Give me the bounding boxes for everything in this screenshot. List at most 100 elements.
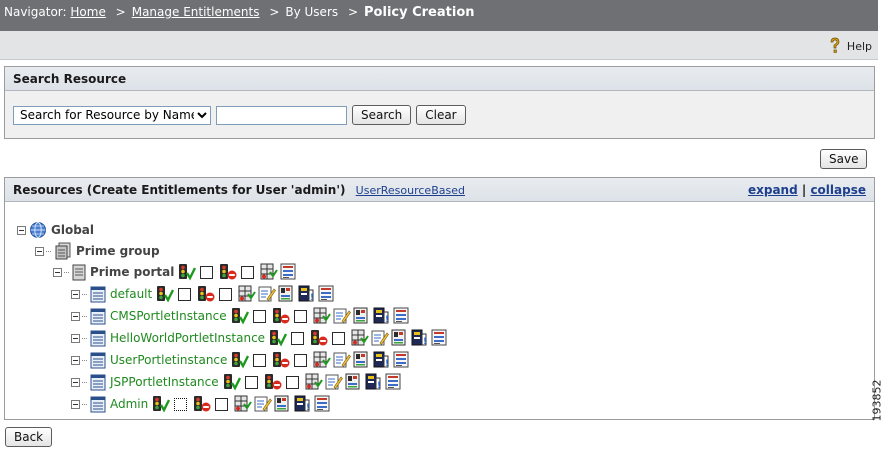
collapse-toggle[interactable] (71, 289, 80, 299)
deny-icon[interactable] (272, 307, 290, 325)
search-resource-panel: Search Resource Search for Resource by N… (4, 66, 875, 139)
edit-icon[interactable] (325, 373, 343, 391)
expand-link[interactable]: expand (748, 183, 798, 197)
clear-button[interactable]: Clear (416, 105, 466, 125)
crumb-home[interactable]: Home (70, 5, 105, 19)
save-button[interactable]: Save (820, 149, 868, 169)
tree-node-instance: CMSPortletInstance! (71, 306, 412, 326)
entitlement-grid-icon[interactable] (234, 395, 253, 413)
layout-icon[interactable] (345, 373, 363, 391)
layout-icon[interactable] (353, 351, 371, 369)
edit-icon[interactable] (254, 395, 273, 413)
permission-checkbox[interactable] (332, 331, 346, 345)
info-icon[interactable]: ! (365, 373, 383, 391)
allow-icon[interactable] (152, 395, 171, 413)
allow-icon[interactable] (231, 351, 250, 369)
portal-icon (72, 264, 86, 281)
entitlement-grid-icon[interactable] (305, 373, 323, 391)
permission-checkbox[interactable] (200, 265, 214, 279)
permission-checkbox[interactable] (285, 375, 299, 389)
tree-node-label[interactable]: Prime portal (90, 265, 174, 279)
permission-checkbox[interactable] (178, 287, 192, 301)
edit-icon[interactable] (258, 285, 277, 303)
list-icon[interactable] (431, 329, 449, 347)
back-button[interactable]: Back (5, 427, 53, 447)
tree-node-label[interactable]: default (110, 287, 152, 301)
collapse-toggle[interactable] (71, 333, 80, 343)
entitlement-grid-icon[interactable] (313, 307, 331, 325)
figure-number: 193852 (871, 378, 890, 428)
tree-node-label[interactable]: Admin (110, 397, 148, 411)
layout-icon[interactable] (274, 395, 292, 413)
list-icon[interactable] (318, 285, 336, 303)
help-link[interactable]: Help (827, 37, 872, 55)
permission-checkbox[interactable] (174, 397, 188, 411)
help-label: Help (846, 39, 872, 53)
deny-icon[interactable] (197, 285, 215, 303)
info-icon[interactable]: ! (373, 307, 391, 325)
allow-icon[interactable] (223, 373, 241, 391)
deny-icon[interactable] (193, 395, 211, 413)
tree-node-label[interactable]: CMSPortletInstance (110, 309, 227, 323)
list-icon[interactable] (393, 351, 411, 369)
allow-icon[interactable] (231, 307, 249, 325)
collapse-toggle[interactable] (53, 267, 62, 277)
layout-icon[interactable] (353, 307, 371, 325)
permission-checkbox[interactable] (252, 309, 266, 323)
search-input[interactable] (216, 105, 347, 125)
deny-icon[interactable] (219, 263, 237, 281)
tree-node-label[interactable]: Prime group (76, 244, 160, 258)
tree-node-label[interactable]: Global (51, 223, 94, 237)
collapse-toggle[interactable] (71, 311, 80, 321)
permission-checkbox[interactable] (241, 265, 255, 279)
edit-icon[interactable] (371, 329, 389, 347)
server-group-icon (54, 242, 72, 260)
tree-node-label[interactable]: UserPortletinstance (110, 353, 227, 367)
list-icon[interactable] (385, 373, 403, 391)
permission-checkbox[interactable] (291, 331, 305, 345)
list-icon[interactable] (393, 307, 411, 325)
crumb-manage-entitlements[interactable]: Manage Entitlements (132, 5, 260, 19)
allow-icon[interactable] (178, 263, 197, 281)
permission-checkbox[interactable] (293, 309, 307, 323)
deny-icon[interactable] (310, 329, 328, 347)
allow-icon[interactable] (156, 285, 175, 303)
allow-icon[interactable] (269, 329, 288, 347)
entitlement-grid-icon[interactable] (351, 329, 369, 347)
permission-checkbox[interactable] (215, 397, 229, 411)
permission-checkbox[interactable] (244, 375, 258, 389)
collapse-toggle[interactable] (35, 246, 44, 256)
info-icon[interactable]: ! (373, 351, 391, 369)
info-icon[interactable]: ! (411, 329, 429, 347)
deny-icon[interactable] (272, 351, 290, 369)
collapse-toggle[interactable] (71, 377, 80, 387)
layout-icon[interactable] (278, 285, 296, 303)
entitlement-grid-icon[interactable] (313, 351, 332, 369)
edit-icon[interactable] (333, 307, 351, 325)
info-icon[interactable]: ! (298, 285, 316, 303)
list-icon[interactable] (280, 263, 298, 281)
edit-icon[interactable] (333, 351, 352, 369)
collapse-toggle[interactable] (71, 399, 80, 409)
permission-checkbox[interactable] (294, 353, 308, 367)
resources-panel: Resources (Create Entitlements for User … (4, 177, 875, 420)
search-button[interactable]: Search (352, 105, 412, 125)
layout-icon[interactable] (391, 329, 409, 347)
help-icon (827, 37, 843, 55)
entitlement-grid-icon[interactable] (238, 285, 257, 303)
tree-connector (82, 359, 87, 361)
permission-checkbox[interactable] (253, 353, 267, 367)
tree-connector (82, 293, 87, 295)
entitlement-grid-icon[interactable] (260, 263, 279, 281)
collapse-toggle[interactable] (71, 355, 80, 365)
tree-node-label[interactable]: JSPPortletInstance (110, 375, 219, 389)
collapse-link[interactable]: collapse (810, 183, 866, 197)
collapse-toggle[interactable] (17, 225, 26, 235)
tree-node-label[interactable]: HelloWorldPortletInstance (110, 331, 265, 345)
permission-checkbox[interactable] (219, 287, 233, 301)
info-icon[interactable]: ! (294, 395, 312, 413)
list-icon[interactable] (314, 395, 332, 413)
user-resource-based-link[interactable]: UserResourceBased (356, 184, 465, 197)
deny-icon[interactable] (264, 373, 282, 391)
search-type-select[interactable]: Search for Resource by Name (13, 105, 211, 125)
